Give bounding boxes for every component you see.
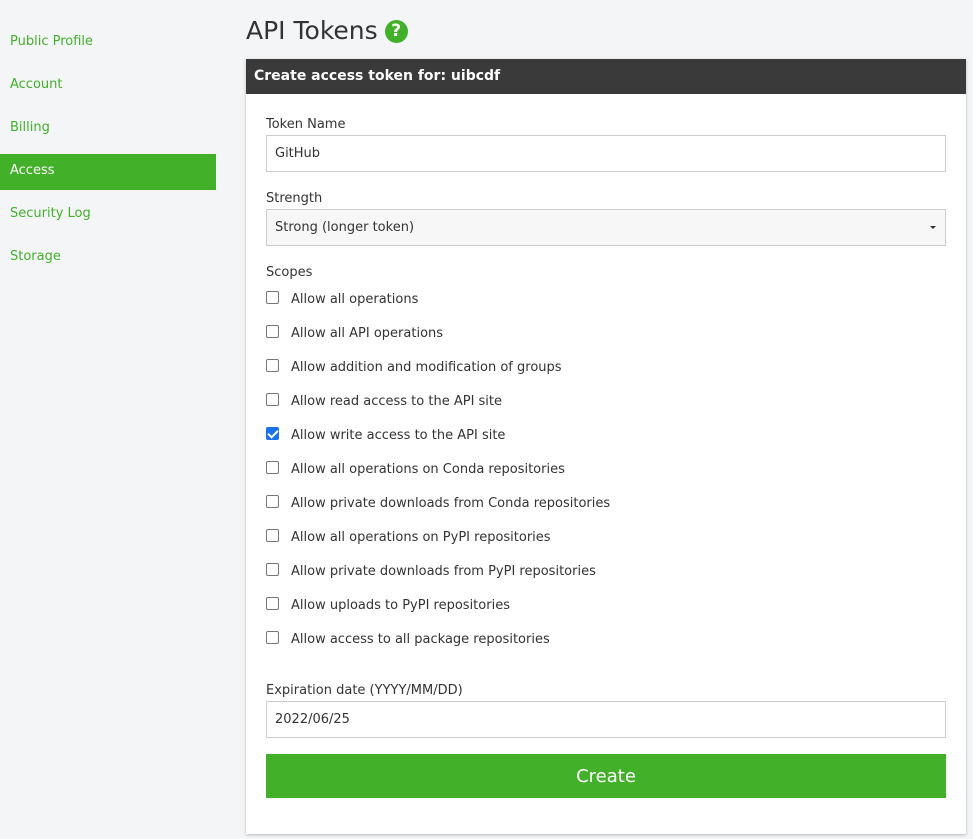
scope-label: Allow uploads to PyPI repositories (291, 597, 510, 613)
sidebar-item-public-profile[interactable]: Public Profile (0, 25, 216, 61)
create-token-panel: Create access token for: uibcdf Token Na… (246, 59, 966, 834)
scope-checkbox[interactable] (266, 392, 279, 406)
scope-option[interactable]: Allow all operations on PyPI repositorie… (266, 520, 946, 554)
sidebar-item-access[interactable]: Access (0, 154, 216, 190)
scope-label: Allow write access to the API site (291, 427, 506, 443)
scope-label: Allow all API operations (291, 325, 444, 341)
question-circle-icon[interactable]: ? (384, 19, 408, 43)
sidebar: Public Profile Account Billing Access Se… (0, 25, 216, 283)
caret-down-icon (930, 226, 936, 229)
sidebar-item-account[interactable]: Account (0, 68, 216, 104)
strength-label: Strength (266, 191, 323, 206)
strength-select[interactable]: Strong (longer token) (266, 209, 946, 246)
scope-option[interactable]: Allow read access to the API site (266, 384, 946, 418)
scope-checkbox[interactable] (266, 290, 279, 304)
scope-label: Allow all operations on Conda repositori… (291, 461, 565, 477)
scopes-label: Scopes (266, 265, 313, 280)
token-name-label: Token Name (266, 117, 346, 132)
expiration-date-input[interactable] (266, 701, 946, 738)
sidebar-item-storage[interactable]: Storage (0, 240, 216, 276)
scope-label: Allow read access to the API site (291, 393, 503, 409)
page-title: API Tokens (246, 16, 378, 45)
sidebar-item-security-log[interactable]: Security Log (0, 197, 216, 233)
scope-checkbox[interactable] (266, 630, 279, 644)
expiration-date-label: Expiration date (YYYY/MM/DD) (266, 683, 463, 698)
scope-option[interactable]: Allow uploads to PyPI repositories (266, 588, 946, 622)
sidebar-item-billing[interactable]: Billing (0, 111, 216, 147)
create-token-form: Token Name Strength Strong (longer token… (246, 94, 966, 798)
scope-option[interactable]: Allow all operations on Conda repositori… (266, 452, 946, 486)
scope-label: Allow private downloads from Conda repos… (291, 495, 611, 511)
scope-option[interactable]: Allow all operations (266, 282, 946, 316)
scope-label: Allow addition and modification of group… (291, 359, 562, 375)
scope-option[interactable]: Allow private downloads from Conda repos… (266, 486, 946, 520)
scope-checkbox[interactable] (266, 324, 279, 338)
panel-header: Create access token for: uibcdf (246, 59, 966, 94)
scope-label: Allow access to all package repositories (291, 631, 550, 647)
create-button[interactable]: Create (266, 754, 946, 798)
scope-checkbox[interactable] (266, 426, 279, 440)
scopes-list: Allow all operations Allow all API operat… (266, 282, 946, 656)
scope-option[interactable]: Allow all API operations (266, 316, 946, 350)
scope-checkbox[interactable] (266, 562, 279, 576)
scope-option[interactable]: Allow addition and modification of group… (266, 350, 946, 384)
scope-checkbox[interactable] (266, 460, 279, 474)
scope-label: Allow all operations on PyPI repositorie… (291, 529, 551, 545)
scope-option[interactable]: Allow access to all package repositories (266, 622, 946, 656)
scope-label: Allow private downloads from PyPI reposi… (291, 563, 596, 579)
scope-option[interactable]: Allow write access to the API site (266, 418, 946, 452)
scope-checkbox[interactable] (266, 358, 279, 372)
token-name-input[interactable] (266, 135, 946, 172)
scope-option[interactable]: Allow private downloads from PyPI reposi… (266, 554, 946, 588)
scope-checkbox[interactable] (266, 528, 279, 542)
page-title-container: API Tokens ? (246, 14, 408, 48)
scope-checkbox[interactable] (266, 596, 279, 610)
scope-label: Allow all operations (291, 291, 419, 307)
scope-checkbox[interactable] (266, 494, 279, 508)
strength-select-value: Strong (longer token) (275, 220, 415, 235)
